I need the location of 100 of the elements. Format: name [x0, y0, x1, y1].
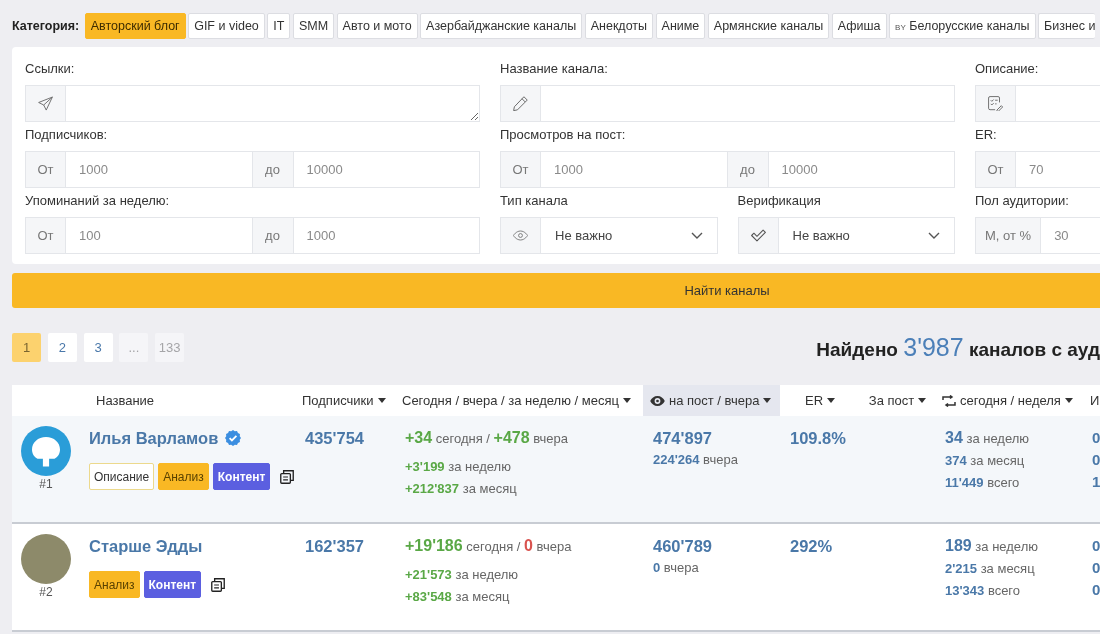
page-button: 133 — [155, 333, 185, 362]
caret-down-icon — [377, 398, 386, 403]
chevron-down-icon — [928, 232, 940, 239]
count-text: 0 — [1092, 536, 1100, 556]
input-addon: до — [252, 151, 294, 188]
input-addon: От — [25, 217, 66, 254]
eye-icon — [513, 228, 528, 243]
column-header[interactable]: сегодня / неделя — [935, 385, 1082, 416]
count-text: 0 — [1092, 450, 1100, 470]
count-text: 0 — [1092, 558, 1100, 578]
er-value: 109.8% — [790, 428, 847, 448]
input-addon: От — [25, 151, 66, 188]
number-input[interactable]: 70 — [1016, 151, 1100, 188]
category-tab[interactable]: Авторский блог — [84, 12, 186, 39]
field-label: Тип канала — [500, 193, 569, 209]
column-header[interactable]: Сегодня / вчера / за неделю / месяц — [395, 385, 643, 416]
input-addon: до — [252, 217, 294, 254]
channel-name-link[interactable]: Старше Эдды — [89, 536, 203, 556]
input-addon: От — [500, 151, 541, 188]
views-count: 460'789 — [653, 536, 713, 556]
action-button[interactable]: Анализ — [158, 463, 209, 490]
column-header: Название — [95, 392, 156, 410]
number-input[interactable]: 1000 — [293, 217, 480, 254]
category-tab[interactable]: GIF и video — [188, 12, 265, 39]
category-tab[interactable]: IT — [267, 12, 291, 39]
rank-text: #1 — [39, 476, 53, 492]
repost-stat-text: 13'343 всего — [945, 582, 1022, 600]
action-button[interactable]: Описание — [89, 463, 155, 490]
category-tab[interactable]: Аниме — [655, 12, 706, 39]
number-input[interactable]: 100 — [66, 217, 253, 254]
views-count: 474'897 — [653, 428, 713, 448]
repost-icon — [942, 394, 956, 407]
number-input[interactable]: 1000 — [541, 151, 728, 188]
category-tab[interactable]: SMM — [292, 12, 335, 39]
column-header: И — [1089, 392, 1100, 410]
page-button[interactable]: 2 — [47, 333, 77, 362]
action-button[interactable]: Контент — [143, 571, 202, 598]
caret-down-icon — [622, 398, 631, 403]
field-label: Название канала: — [500, 61, 609, 77]
count-text: 1 — [1092, 472, 1100, 492]
category-tab[interactable]: Афиша — [831, 12, 887, 39]
input-addon: М, от % — [975, 217, 1042, 254]
channel-name-link[interactable]: Илья Варламов — [89, 428, 219, 448]
er-value: 292% — [790, 536, 834, 556]
eye-icon — [650, 395, 665, 406]
page-button[interactable]: 1 — [12, 333, 41, 362]
growth-text: +19'186 сегодня / 0 вчера — [405, 536, 573, 556]
page-button[interactable]: 3 — [83, 333, 113, 362]
results-count-text: Найдено 3'987 каналов с ауд — [816, 333, 1100, 362]
caret-down-icon — [827, 398, 836, 403]
category-tab[interactable]: Анекдоты — [584, 12, 654, 39]
rank-text: #2 — [39, 584, 53, 600]
input-addon: до — [727, 151, 769, 188]
growth-text: +21'573 за неделю — [405, 566, 520, 584]
paper-plane-icon — [38, 96, 53, 111]
action-button[interactable]: Анализ — [89, 571, 140, 598]
number-input[interactable]: 30 — [1041, 217, 1100, 254]
field-label: Просмотров на пост: — [500, 127, 627, 143]
field-label: Пол аудитории: — [975, 193, 1070, 209]
repost-stat-text: 374 за месяц — [945, 452, 1026, 470]
column-header[interactable]: ER — [780, 385, 860, 416]
pencil-icon — [513, 96, 528, 111]
field-label: Ссылки: — [25, 61, 76, 77]
repost-stat-text: 34 за неделю — [945, 428, 1031, 448]
number-input[interactable]: 1000 — [66, 151, 253, 188]
text-input[interactable] — [541, 85, 955, 122]
photo-placeholder — [21, 534, 71, 584]
caret-down-icon — [763, 398, 772, 403]
growth-text: +34 сегодня / +478 вчера — [405, 428, 570, 448]
subscriber-count: 435'754 — [305, 428, 365, 448]
category-tab[interactable]: Авто и мото — [336, 12, 418, 39]
category-tab[interactable]: BY Белорусские каналы — [889, 12, 1036, 39]
column-header[interactable]: на пост / вчера — [643, 385, 780, 416]
checklist-edit-icon — [988, 96, 1003, 111]
count-text: 0 — [1092, 428, 1100, 448]
number-input[interactable]: 10000 — [293, 151, 480, 188]
textarea-field[interactable] — [66, 85, 480, 122]
views-yesterday-text: 0 вчера — [653, 559, 700, 577]
text-input[interactable] — [1016, 85, 1100, 122]
check-icon — [750, 228, 766, 243]
growth-text: +3'199 за неделю — [405, 458, 512, 476]
number-input[interactable]: 10000 — [768, 151, 955, 188]
column-header[interactable]: За пост — [860, 385, 935, 416]
find-channels-button[interactable]: Найти каналы — [12, 273, 1100, 308]
column-header[interactable]: Подписчики — [295, 385, 395, 416]
copy-icon[interactable] — [280, 469, 295, 484]
caret-down-icon — [918, 398, 927, 403]
category-tab[interactable]: Бизнес и — [1038, 12, 1096, 39]
copy-icon[interactable] — [211, 577, 226, 592]
action-button[interactable]: Контент — [212, 463, 271, 490]
dropdown-select[interactable]: Не важно — [541, 217, 718, 254]
dropdown-select[interactable]: Не важно — [778, 217, 955, 254]
field-label: ER: — [975, 127, 998, 143]
growth-text: +212'837 за месяц — [405, 480, 518, 498]
category-tab[interactable]: Азербайджанские каналы — [420, 12, 583, 39]
views-yesterday-text: 224'264 вчера — [653, 451, 739, 469]
count-text: 0 — [1092, 580, 1100, 600]
category-tab[interactable]: Армянские каналы — [707, 12, 830, 39]
field-label: Упоминаний за неделю: — [25, 193, 171, 209]
repost-stat-text: 2'215 за месяц — [945, 560, 1036, 578]
